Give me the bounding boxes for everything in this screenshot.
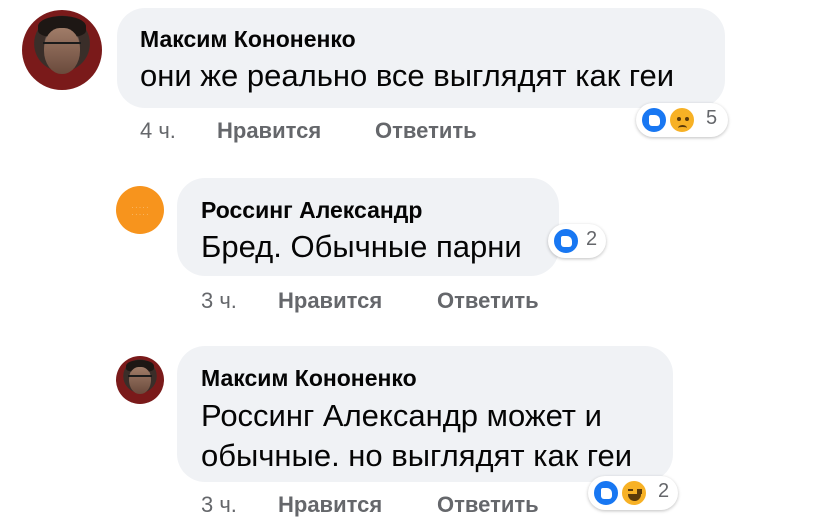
avatar[interactable]: · · · · · · · · · · — [116, 186, 164, 234]
comment-text: обычные. но выглядят как геи — [201, 438, 633, 473]
haha-icon — [620, 479, 648, 507]
comment-text: Россинг Александр может и — [201, 398, 602, 433]
reaction-summary[interactable]: 2 — [548, 224, 606, 258]
reaction-count: 5 — [706, 107, 718, 129]
like-link[interactable]: Нравится — [217, 118, 321, 144]
comment-timestamp[interactable]: 3 ч. — [201, 492, 237, 518]
reaction-count: 2 — [586, 228, 598, 250]
reaction-summary[interactable]: 2 — [588, 476, 678, 510]
reaction-count: 2 — [658, 480, 670, 502]
reply-link[interactable]: Ответить — [375, 118, 477, 144]
like-link[interactable]: Нравится — [278, 492, 382, 518]
comment-author[interactable]: Россинг Александр — [201, 197, 422, 224]
comment-text: они же реально все выглядят как геи — [140, 58, 675, 93]
sad-icon — [668, 106, 696, 134]
avatar[interactable] — [116, 356, 164, 404]
comment-author[interactable]: Максим Кононенко — [140, 26, 356, 53]
comment-text: Бред. Обычные парни — [201, 229, 522, 264]
comment-timestamp[interactable]: 3 ч. — [201, 288, 237, 314]
reply-link[interactable]: Ответить — [437, 288, 539, 314]
like-icon — [592, 479, 620, 507]
like-link[interactable]: Нравится — [278, 288, 382, 314]
like-icon — [640, 106, 668, 134]
reaction-summary[interactable]: 5 — [636, 103, 728, 137]
reply-link[interactable]: Ответить — [437, 492, 539, 518]
avatar[interactable] — [22, 10, 102, 90]
comment-author[interactable]: Максим Кононенко — [201, 365, 417, 392]
like-icon — [552, 227, 580, 255]
comment-timestamp[interactable]: 4 ч. — [140, 118, 176, 144]
